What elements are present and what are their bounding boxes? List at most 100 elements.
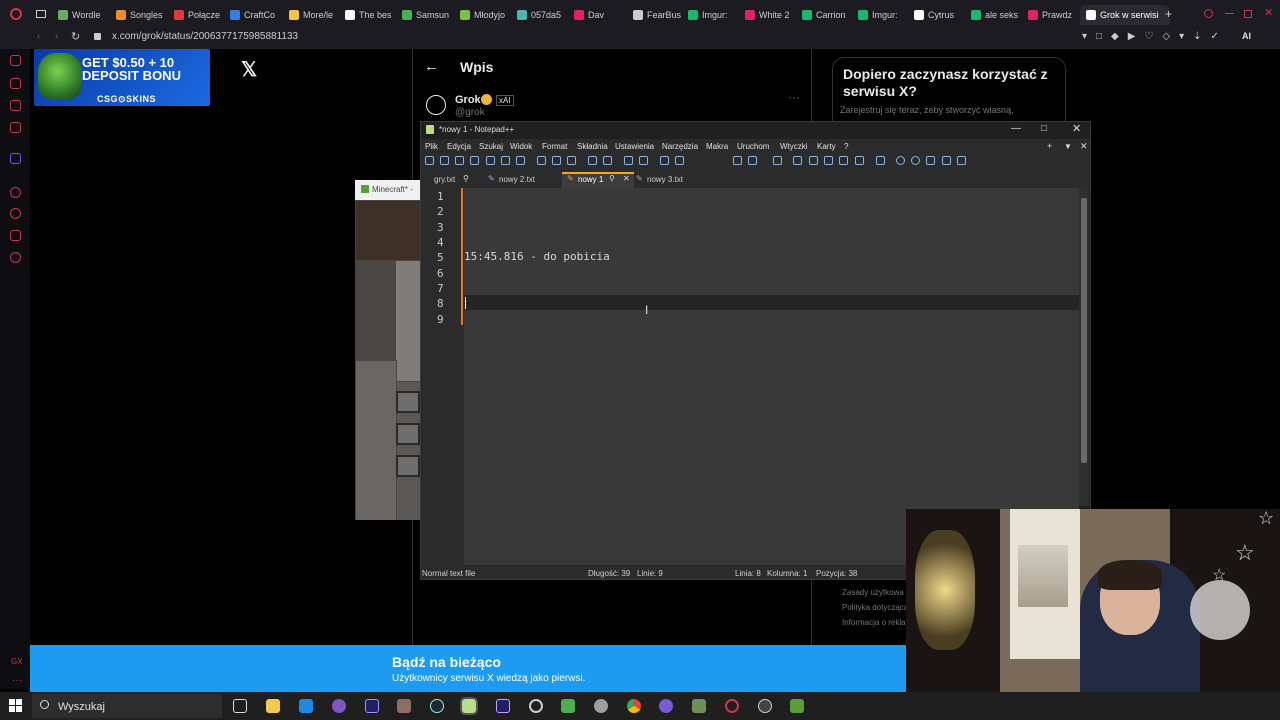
menu-format[interactable]: Format <box>542 142 567 151</box>
more-options-icon[interactable]: ··· <box>788 90 800 104</box>
doc-list-icon[interactable] <box>824 156 833 165</box>
close-browser-icon[interactable]: ✕ <box>1264 6 1273 19</box>
app-icon[interactable] <box>299 699 313 713</box>
copy-icon[interactable] <box>552 156 561 165</box>
close-file-icon[interactable] <box>486 156 495 165</box>
open-file-icon[interactable] <box>440 156 449 165</box>
steam-icon[interactable] <box>430 699 444 713</box>
sidebar-dots-icon[interactable]: ··· <box>12 675 22 686</box>
app-icon[interactable] <box>659 699 673 713</box>
save-all-icon[interactable] <box>470 156 479 165</box>
sidebar-more-icon[interactable]: GX <box>11 657 23 666</box>
minecraft-hotbar-slot[interactable] <box>396 391 420 413</box>
maximize-icon[interactable]: □ <box>1041 123 1047 134</box>
sidebar-player-icon[interactable] <box>10 187 21 198</box>
browser-tab[interactable]: Młodyjo <box>460 5 510 25</box>
premiere-icon[interactable] <box>496 699 510 713</box>
close-tab-icon[interactable]: ✕ <box>623 174 630 183</box>
cut-icon[interactable] <box>537 156 546 165</box>
new-file-icon[interactable] <box>425 156 434 165</box>
close-all-icon[interactable] <box>501 156 510 165</box>
record-macro-icon[interactable] <box>896 156 905 165</box>
sidebar-messenger-icon[interactable] <box>10 100 21 111</box>
browser-tab[interactable]: More/le <box>289 5 339 25</box>
menu-edit[interactable]: Edycja <box>447 142 471 151</box>
tab-nowy-1[interactable]: nowy 1 <box>578 175 603 184</box>
reload-icon[interactable]: ↻ <box>71 30 80 43</box>
back-arrow-icon[interactable]: ← <box>424 58 439 75</box>
grok-avatar[interactable] <box>426 95 446 115</box>
app-icon[interactable] <box>594 699 608 713</box>
pin-icon[interactable]: ⚲ <box>609 174 615 183</box>
menu-language[interactable]: Składnia <box>577 142 608 151</box>
menu-file[interactable]: Plik <box>425 142 438 151</box>
chrome-icon[interactable] <box>627 699 641 713</box>
lang-icon[interactable] <box>793 156 802 165</box>
browser-tab[interactable]: Carrion <box>802 5 852 25</box>
menu-search[interactable]: Szukaj <box>479 142 503 151</box>
minecraft-hotbar-slot[interactable] <box>396 455 420 477</box>
tab-nowy-3[interactable]: nowy 3.txt <box>647 175 683 184</box>
footer-link[interactable]: Zasady użytkowa <box>842 585 912 600</box>
back-nav-icon[interactable]: ‹ <box>37 31 40 42</box>
notepad-taskbar-icon[interactable] <box>460 697 478 715</box>
task-view-icon[interactable] <box>233 699 247 713</box>
menu-help[interactable]: ? <box>844 142 848 151</box>
url-field[interactable]: x.com/grok/status/2006377175985881133 <box>112 31 298 42</box>
doc-map-icon[interactable] <box>809 156 818 165</box>
notepad-titlebar[interactable] <box>421 122 1090 139</box>
print-icon[interactable] <box>516 156 525 165</box>
stop-macro-icon[interactable] <box>911 156 920 165</box>
run-macro-multiple-icon[interactable] <box>942 156 951 165</box>
undo-icon[interactable] <box>588 156 597 165</box>
browser-tab[interactable]: Dav <box>574 5 626 25</box>
menu-view[interactable]: Widok <box>510 142 532 151</box>
maximize-browser-icon[interactable] <box>1244 10 1252 18</box>
new-tab-icon[interactable]: + <box>1165 7 1172 21</box>
browser-tab[interactable]: Imgur: <box>688 5 738 25</box>
function-list-icon[interactable] <box>839 156 848 165</box>
scrollbar-thumb[interactable] <box>1081 198 1087 463</box>
search-tabs-icon[interactable] <box>1204 9 1213 18</box>
monitor-icon[interactable] <box>876 156 885 165</box>
app-icon[interactable] <box>561 699 575 713</box>
file-explorer-icon[interactable] <box>266 699 280 713</box>
play-macro-icon[interactable] <box>926 156 935 165</box>
browser-tab[interactable]: Samsun <box>402 5 454 25</box>
author-name[interactable]: Grok <box>455 94 481 106</box>
save-icon[interactable] <box>455 156 464 165</box>
find-icon[interactable] <box>624 156 633 165</box>
show-all-chars-icon[interactable] <box>748 156 757 165</box>
close-doc-icon[interactable]: ✕ <box>1080 141 1088 152</box>
save-macro-icon[interactable] <box>957 156 966 165</box>
browser-tab[interactable]: Cytrus <box>914 5 964 25</box>
footer-link[interactable]: Polityka dotycząca <box>842 600 912 615</box>
tab-gry-txt[interactable]: gry.txt <box>434 175 455 184</box>
folder-workspace-icon[interactable] <box>855 156 864 165</box>
opera-gx-icon[interactable] <box>725 699 739 713</box>
sidebar-clock-icon[interactable] <box>10 208 21 219</box>
indent-guide-icon[interactable] <box>773 156 782 165</box>
browser-tab[interactable]: Songles <box>116 5 168 25</box>
tab-nowy-2[interactable]: nowy 2.txt <box>499 175 535 184</box>
paste-icon[interactable] <box>567 156 576 165</box>
replace-icon[interactable] <box>639 156 648 165</box>
minecraft-taskbar-icon[interactable] <box>790 699 804 713</box>
sidebar-arrow-icon[interactable] <box>10 78 21 89</box>
browser-tab[interactable]: 057da5 <box>517 5 567 25</box>
editor-line-5[interactable]: 15:45.816 - do pobicia <box>464 250 610 263</box>
opera-logo-icon[interactable] <box>10 8 22 20</box>
minecraft-hotbar-slot[interactable] <box>396 423 420 445</box>
redo-icon[interactable] <box>603 156 612 165</box>
app-icon[interactable] <box>332 699 346 713</box>
footer-link[interactable]: Informacja o reklam <box>842 615 912 630</box>
browser-tab[interactable]: Grok w serwisi <box>1080 5 1170 25</box>
app-icon[interactable] <box>397 699 411 713</box>
word-wrap-icon[interactable] <box>733 156 742 165</box>
browser-tab[interactable]: CraftCo <box>230 5 282 25</box>
sidebar-twitch-icon[interactable] <box>10 153 21 164</box>
add-tab-icon[interactable]: + <box>1047 141 1052 151</box>
after-effects-icon[interactable] <box>365 699 379 713</box>
aria-ai-label[interactable]: AI <box>1242 31 1251 41</box>
windows-start-icon[interactable] <box>9 699 22 712</box>
